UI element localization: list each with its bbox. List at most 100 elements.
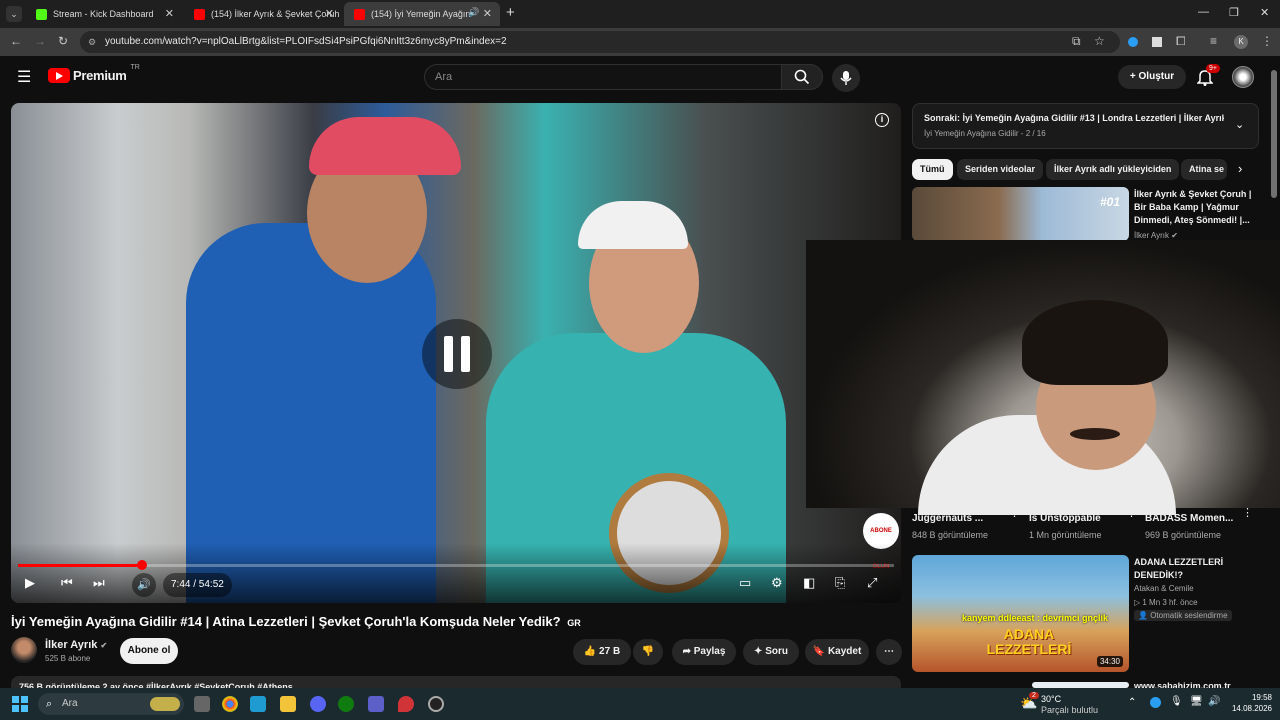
install-app-icon[interactable]: ⧉	[1072, 34, 1081, 49]
network-icon[interactable]: 🖥	[1190, 696, 1203, 707]
previous-icon[interactable]: ⏮	[61, 575, 73, 591]
volume-icon[interactable]: 🔊	[132, 573, 156, 597]
clock[interactable]: 19:58 14.08.2026	[1230, 692, 1272, 714]
discord-icon[interactable]	[310, 696, 326, 712]
progress-bar[interactable]	[18, 560, 894, 570]
bookmark-star-icon[interactable]: ☆	[1094, 34, 1105, 48]
teams-icon[interactable]	[368, 696, 384, 712]
app-icon[interactable]	[250, 696, 266, 712]
related-title[interactable]: ADANA LEZZETLERİ DENEDİK!?	[1134, 556, 1244, 582]
file-explorer-icon[interactable]	[280, 696, 296, 712]
extensions-puzzle-icon[interactable]: ⧠	[1176, 34, 1186, 49]
tab-close-icon[interactable]: ✕	[165, 7, 174, 20]
minimize-icon[interactable]: —	[1198, 6, 1209, 18]
share-button[interactable]: ➦ Paylaş	[672, 639, 736, 665]
webcam-person-hair	[1022, 300, 1168, 385]
verified-icon: ✔	[1171, 231, 1178, 240]
channel-avatar[interactable]	[11, 637, 37, 663]
subscribe-button[interactable]: Abone ol	[120, 638, 178, 664]
short-views: 1 Mn görüntüleme	[1029, 530, 1102, 540]
page-scrollbar[interactable]	[1271, 70, 1277, 198]
tab-kick-dashboard[interactable]: Stream - Kick Dashboard ✕	[26, 2, 182, 26]
chevron-down-icon[interactable]: ⌄	[1235, 118, 1244, 131]
short-views: 969 B görüntüleme	[1145, 530, 1222, 540]
hamburger-menu-icon[interactable]: ☰	[17, 67, 31, 87]
thumbs-down-icon: 👎	[641, 646, 655, 657]
extension-icon[interactable]	[1152, 37, 1162, 47]
chip-all[interactable]: Tümü	[912, 159, 953, 180]
tray-chevron-up-icon[interactable]: ⌃	[1128, 697, 1136, 708]
chrome-icon[interactable]	[222, 696, 238, 712]
dislike-button[interactable]: 👎	[633, 639, 663, 665]
profile-avatar[interactable]: K	[1234, 35, 1248, 49]
playlist-panel[interactable]: Sonraki: İyi Yemeğin Ayağına Gidilir #13…	[912, 103, 1259, 149]
reload-icon[interactable]: ↻	[58, 34, 68, 48]
tray-app-icon[interactable]	[1150, 697, 1161, 708]
short-views: 848 B görüntüleme	[912, 530, 989, 540]
related-thumbnail[interactable]: #01	[912, 187, 1129, 241]
account-avatar[interactable]	[1232, 66, 1254, 88]
fullscreen-icon[interactable]: ⤢	[867, 575, 877, 591]
tab-close-icon[interactable]: ✕	[483, 7, 492, 20]
tab-search-icon[interactable]: ⌄	[6, 6, 22, 22]
ask-button[interactable]: ✦ Soru	[743, 639, 799, 665]
channel-name[interactable]: İlker Ayrık ✔	[45, 639, 107, 651]
address-toolbar: ← → ↻ ⚙ youtube.com/watch?v=nplOaLlBrtg&…	[0, 28, 1280, 56]
more-actions-button[interactable]: ⋯	[876, 639, 902, 665]
window-close-icon[interactable]: ✕	[1260, 6, 1269, 19]
tab-youtube-1[interactable]: (154) İlker Ayrık & Şevket Çoruh ✕	[184, 2, 342, 26]
extension-icon[interactable]	[1128, 37, 1138, 47]
chip-athens[interactable]: Atina se	[1181, 159, 1227, 180]
back-icon[interactable]: ←	[10, 34, 22, 48]
url-bar[interactable]: ⚙ youtube.com/watch?v=nplOaLlBrtg&list=P…	[80, 31, 1120, 53]
playlist-subtitle: İyi Yemeğin Ayağına Gidilir - 2 / 16	[924, 129, 1046, 138]
like-button[interactable]: 👍 27 B	[573, 639, 631, 665]
youtube-header: ☰ Premium TR Ara + Oluştur 9+	[0, 56, 1280, 98]
subtitles-icon[interactable]: ▭	[739, 575, 751, 591]
pause-overlay-icon[interactable]	[422, 319, 492, 389]
chevron-right-icon[interactable]: ›	[1238, 161, 1242, 176]
youtube-favicon-icon	[354, 8, 365, 20]
tab-youtube-active[interactable]: (154) İyi Yemeğin Ayağına G 🔊 ✕	[344, 2, 500, 26]
info-icon[interactable]: i	[875, 113, 889, 127]
obs-icon[interactable]	[428, 696, 444, 712]
speaker-icon[interactable]: 🔊	[468, 7, 479, 18]
voice-search-button[interactable]	[832, 64, 860, 92]
notifications-button[interactable]: 9+	[1196, 64, 1220, 91]
related-title[interactable]: İlker Ayrık & Şevket Çoruh | Bir Baba Ka…	[1134, 188, 1254, 227]
task-view-icon[interactable]	[194, 696, 210, 712]
restore-icon[interactable]: ❐	[1229, 6, 1239, 19]
related-thumbnail[interactable]: kanyem ddleeast : devrimci gnçlik ADANA …	[912, 555, 1129, 672]
create-button[interactable]: + Oluştur	[1118, 65, 1186, 89]
miniplayer-icon[interactable]: ◧	[803, 575, 815, 591]
share-icon: ➦	[682, 646, 694, 657]
tab-close-icon[interactable]: ✕	[325, 7, 334, 20]
windows-start-icon[interactable]	[12, 696, 28, 712]
play-icon[interactable]: ▶	[25, 575, 35, 591]
cast-icon[interactable]: ⎘	[835, 575, 845, 591]
save-button[interactable]: 🔖 Kaydet	[805, 639, 869, 665]
video-player[interactable]: ABONE OLUN i ▶ ⏮ ⏭ 🔊 7:44 / 54:52 ▭ ⚙ ◧ …	[11, 103, 901, 603]
new-tab-icon[interactable]: +	[506, 4, 515, 21]
search-icon	[794, 69, 810, 85]
settings-gear-icon[interactable]: ⚙	[771, 575, 783, 591]
forward-icon[interactable]: →	[34, 34, 46, 48]
youtube-play-logo-icon	[48, 68, 70, 83]
media-controls-icon[interactable]: ≡	[1210, 34, 1217, 48]
site-info-icon[interactable]: ⚙	[88, 31, 96, 53]
next-icon[interactable]: ⏭	[93, 575, 105, 591]
related-title[interactable]: www.sabahizim.com.tr	[1134, 680, 1231, 688]
xbox-icon[interactable]	[338, 696, 354, 712]
microphone-icon[interactable]: 🎙	[1170, 696, 1183, 707]
search-input[interactable]: Ara	[424, 64, 782, 90]
menu-kebab-icon[interactable]: ⋮	[1261, 34, 1273, 48]
volume-icon[interactable]: 🔊	[1208, 696, 1220, 707]
chip-uploader[interactable]: İlker Ayrık adlı yükleyiciden	[1046, 159, 1180, 180]
search-button[interactable]	[781, 64, 823, 90]
youtube-logo[interactable]: Premium TR	[48, 64, 140, 83]
chip-series[interactable]: Seriden videolar	[957, 159, 1044, 180]
progress-scrubber[interactable]	[136, 560, 147, 570]
map-pin-icon[interactable]	[398, 696, 414, 712]
progress-fill	[18, 564, 142, 567]
taskbar-search-input[interactable]: ⌕ Ara	[38, 693, 184, 715]
